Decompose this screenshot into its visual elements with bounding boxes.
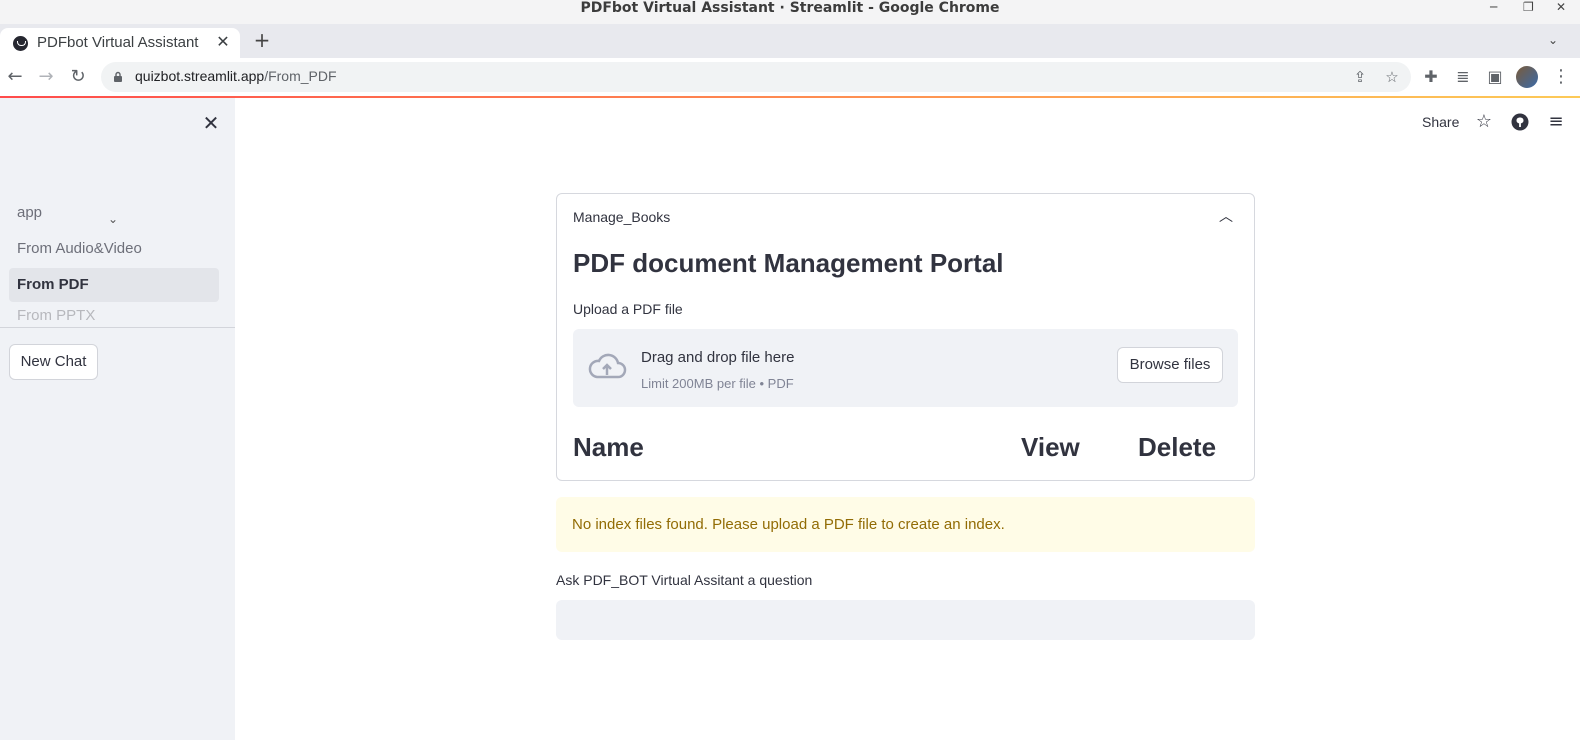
bookmark-star-icon[interactable]: ☆ bbox=[1383, 68, 1401, 86]
chevron-up-icon[interactable]: ︿ bbox=[1219, 206, 1233, 226]
window-titlebar: PDFbot Virtual Assistant · Streamlit - G… bbox=[0, 0, 1580, 24]
browser-toolbar: ← → ↻ quizbot.streamlit.app/From_PDF ⇪ ☆… bbox=[0, 58, 1580, 96]
github-icon[interactable] bbox=[1510, 112, 1530, 132]
page-title: PDF document Management Portal bbox=[573, 248, 1004, 278]
cloud-upload-icon bbox=[588, 353, 627, 379]
expander-title[interactable]: Manage_Books bbox=[573, 209, 670, 225]
question-label: Ask PDF_BOT Virtual Assitant a question bbox=[556, 572, 813, 588]
sidebar: ✕ app From Audio&Video From PDF From PPT… bbox=[0, 98, 235, 740]
nav-expand-chevron-icon[interactable]: ⌄ bbox=[108, 212, 118, 226]
window-title: PDFbot Virtual Assistant · Streamlit - G… bbox=[580, 0, 1000, 16]
column-header-view: View bbox=[1021, 432, 1080, 462]
warning-alert: No index files found. Please upload a PD… bbox=[556, 497, 1255, 552]
streamlit-icon bbox=[13, 36, 28, 51]
sidebar-close-icon[interactable]: ✕ bbox=[200, 112, 222, 134]
upload-label: Upload a PDF file bbox=[573, 301, 683, 317]
new-chat-button[interactable]: New Chat bbox=[9, 344, 98, 380]
lock-icon bbox=[114, 71, 122, 82]
streamlit-decoration-bar bbox=[0, 96, 1580, 98]
media-icon[interactable]: ≣ bbox=[1452, 66, 1474, 88]
warning-text: No index files found. Please upload a PD… bbox=[572, 516, 1005, 533]
sidebar-item-from-audio-video[interactable]: From Audio&Video bbox=[9, 232, 219, 266]
url-path: /From_PDF bbox=[264, 68, 337, 84]
column-header-name: Name bbox=[573, 432, 644, 462]
forward-icon[interactable]: → bbox=[35, 66, 57, 88]
column-header-delete: Delete bbox=[1138, 432, 1217, 462]
sidebar-divider bbox=[0, 327, 235, 328]
profile-avatar[interactable] bbox=[1516, 66, 1538, 88]
close-icon[interactable]: ✕ bbox=[1556, 0, 1566, 14]
share-icon[interactable]: ⇪ bbox=[1351, 68, 1369, 86]
tab-title: PDFbot Virtual Assistant bbox=[37, 34, 199, 51]
share-button[interactable]: Share bbox=[1422, 114, 1459, 130]
new-tab-icon[interactable]: + bbox=[252, 30, 272, 50]
sidepanel-icon[interactable]: ▣ bbox=[1484, 66, 1506, 88]
tab-strip: PDFbot Virtual Assistant ✕ + ⌄ bbox=[0, 24, 1580, 58]
tab-close-icon[interactable]: ✕ bbox=[214, 32, 232, 51]
reload-icon[interactable]: ↻ bbox=[67, 66, 89, 88]
tab-search-chevron-icon[interactable]: ⌄ bbox=[1548, 33, 1558, 47]
dropzone-text: Drag and drop file here bbox=[641, 349, 795, 366]
dropzone-limit-text: Limit 200MB per file • PDF bbox=[641, 376, 794, 391]
url-host: quizbot.streamlit.app bbox=[135, 68, 265, 84]
extensions-icon[interactable]: ✚ bbox=[1420, 66, 1442, 88]
manage-books-expander: Manage_Books ︿ PDF document Management P… bbox=[556, 193, 1255, 481]
back-icon[interactable]: ← bbox=[4, 66, 26, 88]
file-dropzone[interactable]: Drag and drop file here Limit 200MB per … bbox=[573, 329, 1238, 407]
menu-icon[interactable]: ⋮ bbox=[1552, 66, 1570, 88]
browse-files-button[interactable]: Browse files bbox=[1117, 347, 1223, 383]
address-bar[interactable]: quizbot.streamlit.app/From_PDF ⇪ ☆ bbox=[101, 62, 1411, 92]
question-input[interactable] bbox=[556, 600, 1255, 640]
main-menu-icon[interactable]: ≡ bbox=[1546, 112, 1566, 132]
minimize-icon[interactable]: ─ bbox=[1490, 0, 1497, 14]
star-icon[interactable]: ☆ bbox=[1474, 112, 1494, 132]
restore-icon[interactable]: ❐ bbox=[1523, 0, 1534, 14]
sidebar-item-from-pdf[interactable]: From PDF bbox=[9, 268, 219, 302]
url-text[interactable]: quizbot.streamlit.app/From_PDF bbox=[135, 68, 337, 84]
browser-tab[interactable]: PDFbot Virtual Assistant ✕ bbox=[0, 28, 240, 58]
